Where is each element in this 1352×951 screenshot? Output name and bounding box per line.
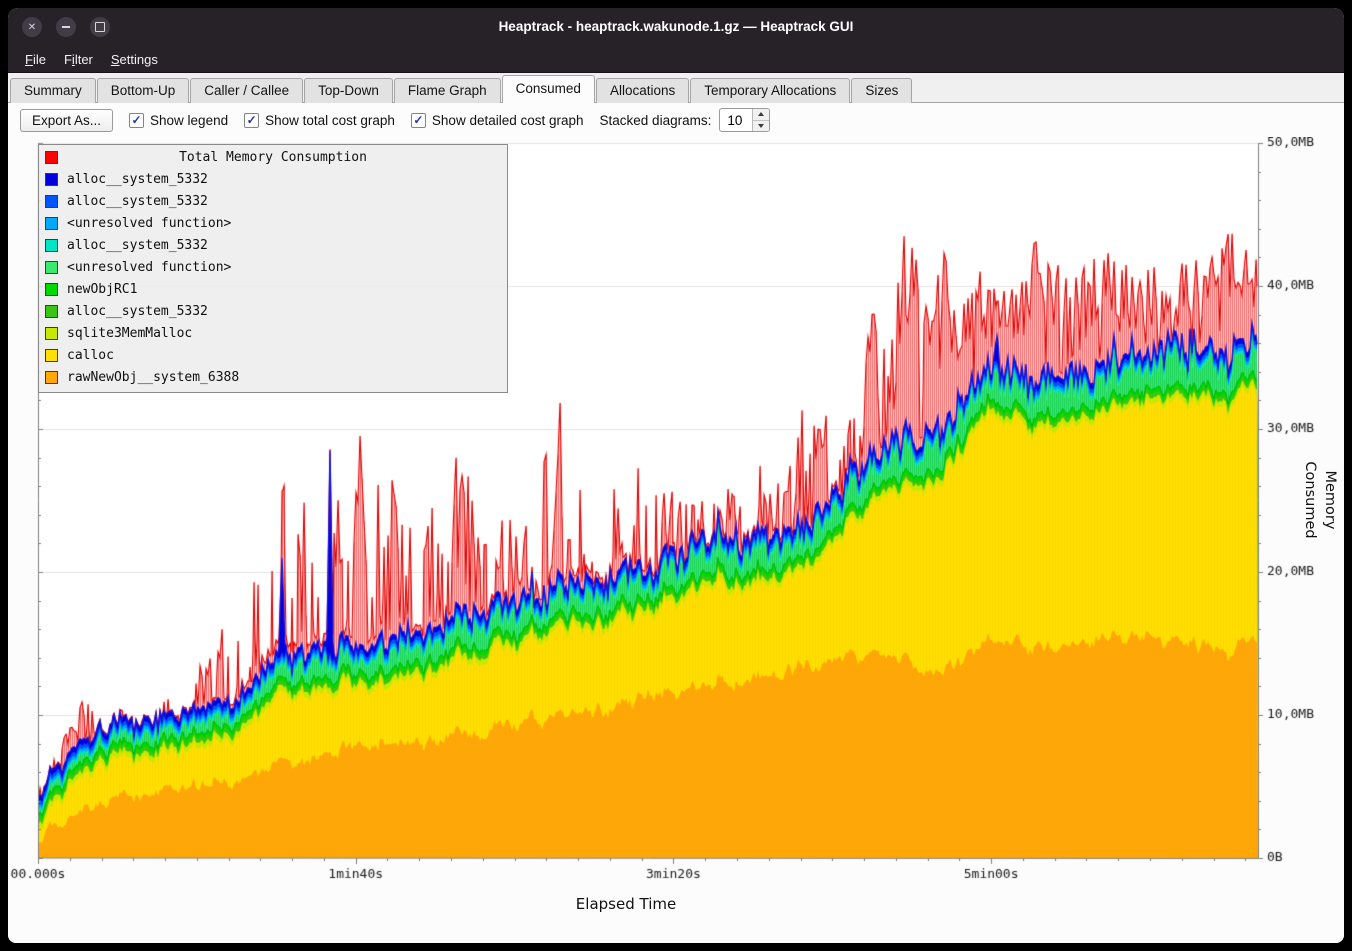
show-detailed-cost-graph-label: Show detailed cost graph — [432, 113, 584, 128]
tab-bar: SummaryBottom-UpCaller / CalleeTop-DownF… — [8, 73, 1344, 103]
chart-legend: Total Memory Consumption alloc__system_5… — [38, 144, 508, 393]
legend-label: sqlite3MemMalloc — [67, 326, 192, 341]
checkbox-check-icon — [244, 113, 259, 128]
tab-temporary-allocations[interactable]: Temporary Allocations — [690, 78, 850, 103]
close-icon[interactable] — [22, 17, 42, 37]
legend-item: alloc__system_5332 — [39, 168, 507, 190]
legend-swatch-icon — [45, 173, 58, 186]
tab-summary[interactable]: Summary — [10, 78, 96, 103]
checkbox-check-icon — [129, 113, 144, 128]
tab-bottom-up[interactable]: Bottom-Up — [97, 78, 190, 103]
x-axis-title: Elapsed Time — [8, 895, 1244, 913]
legend-label: alloc__system_5332 — [67, 172, 208, 187]
legend-swatch-icon — [45, 283, 58, 296]
toolbar: Export As... Show legend Show total cost… — [8, 103, 1344, 137]
legend-item: newObjRC1 — [39, 278, 507, 300]
stacked-diagrams-label: Stacked diagrams: — [600, 113, 712, 128]
show-legend-checkbox[interactable]: Show legend — [129, 113, 228, 128]
legend-items: alloc__system_5332 alloc__system_5332 <unr… — [39, 168, 507, 388]
menu-bar: FileFilterSettings — [8, 46, 1344, 73]
maximize-icon[interactable] — [90, 17, 110, 37]
legend-label: alloc__system_5332 — [67, 304, 208, 319]
y-axis-title: Memory Consumed — [1320, 430, 1340, 570]
legend-item: <unresolved function> — [39, 256, 507, 278]
legend-item: calloc — [39, 344, 507, 366]
chart-area: Total Memory Consumption alloc__system_5… — [8, 137, 1344, 943]
legend-swatch-icon — [45, 349, 58, 362]
legend-title: Total Memory Consumption — [39, 150, 507, 165]
legend-label: rawNewObj__system_6388 — [67, 370, 239, 385]
menu-item-settings[interactable]: Settings — [102, 48, 167, 71]
spinner-down-icon[interactable] — [753, 121, 769, 132]
legend-title-row: Total Memory Consumption — [39, 146, 507, 168]
desktop-background: Heaptrack - heaptrack.wakunode.1.gz — He… — [0, 0, 1352, 951]
legend-label: newObjRC1 — [67, 282, 137, 297]
tab-consumed[interactable]: Consumed — [502, 75, 595, 103]
show-total-cost-graph-label: Show total cost graph — [265, 113, 395, 128]
legend-swatch-icon — [45, 371, 58, 384]
titlebar[interactable]: Heaptrack - heaptrack.wakunode.1.gz — He… — [8, 8, 1344, 46]
minimize-icon[interactable] — [56, 17, 76, 37]
checkbox-check-icon — [411, 113, 426, 128]
stacked-diagrams-value: 10 — [720, 109, 752, 131]
legend-label: <unresolved function> — [67, 216, 231, 231]
legend-item: <unresolved function> — [39, 212, 507, 234]
legend-item: alloc__system_5332 — [39, 190, 507, 212]
legend-item: alloc__system_5332 — [39, 300, 507, 322]
window-controls — [22, 17, 110, 37]
legend-item: alloc__system_5332 — [39, 234, 507, 256]
legend-item: sqlite3MemMalloc — [39, 322, 507, 344]
window-title: Heaptrack - heaptrack.wakunode.1.gz — He… — [8, 8, 1344, 46]
heaptrack-window: Heaptrack - heaptrack.wakunode.1.gz — He… — [8, 8, 1344, 943]
legend-item: rawNewObj__system_6388 — [39, 366, 507, 388]
tab-top-down[interactable]: Top-Down — [304, 78, 393, 103]
show-legend-label: Show legend — [150, 113, 228, 128]
menu-item-file[interactable]: File — [16, 48, 55, 71]
tab-caller-callee[interactable]: Caller / Callee — [190, 78, 303, 103]
stacked-diagrams-spinner[interactable]: 10 — [719, 108, 770, 132]
spinner-buttons — [752, 109, 769, 131]
tab-flame-graph[interactable]: Flame Graph — [394, 78, 501, 103]
legend-label: <unresolved function> — [67, 260, 231, 275]
legend-swatch-icon — [45, 305, 58, 318]
legend-label: alloc__system_5332 — [67, 194, 208, 209]
legend-swatch-icon — [45, 217, 58, 230]
menu-item-filter[interactable]: Filter — [55, 48, 102, 71]
legend-label: alloc__system_5332 — [67, 238, 208, 253]
legend-swatch-icon — [45, 327, 58, 340]
tab-allocations[interactable]: Allocations — [596, 78, 689, 103]
tab-sizes[interactable]: Sizes — [851, 78, 912, 103]
legend-swatch-icon — [45, 239, 58, 252]
spinner-up-icon[interactable] — [753, 109, 769, 121]
export-as-button[interactable]: Export As... — [20, 109, 113, 132]
legend-label: calloc — [67, 348, 114, 363]
show-detailed-cost-graph-checkbox[interactable]: Show detailed cost graph — [411, 113, 584, 128]
show-total-cost-graph-checkbox[interactable]: Show total cost graph — [244, 113, 395, 128]
legend-swatch-icon — [45, 261, 58, 274]
legend-swatch-icon — [45, 195, 58, 208]
